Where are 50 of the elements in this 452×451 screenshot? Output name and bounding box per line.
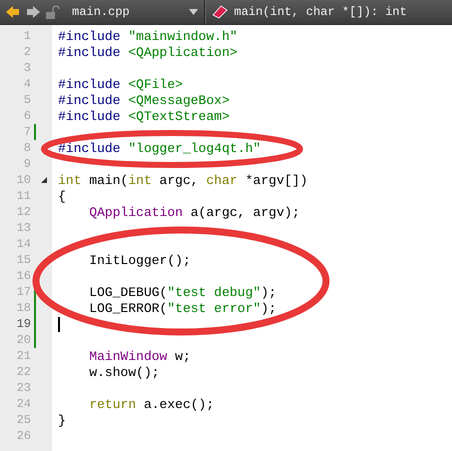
line-number: 26 (16, 429, 31, 443)
code-line: #include <QTextStream> (57, 108, 230, 124)
fold-marker-icon[interactable] (41, 177, 47, 183)
file-dropdown[interactable]: main.cpp (66, 0, 204, 24)
lock-icon (46, 5, 60, 19)
line-number: 3 (22, 61, 31, 75)
code-line: { (57, 188, 66, 204)
line-number: 2 (22, 45, 31, 59)
line-number: 5 (22, 93, 31, 107)
line-number: 12 (16, 205, 31, 219)
code-line: #include <QFile> (57, 76, 183, 92)
code-line: MainWindow w; (88, 348, 191, 364)
line-number: 20 (16, 333, 31, 347)
line-number: 19 (16, 317, 31, 331)
line-number: 9 (22, 157, 31, 171)
symbol-dropdown[interactable]: main(int, char *[]): int (206, 0, 413, 24)
line-number: 13 (16, 221, 31, 235)
code-line: LOG_DEBUG("test debug"); (88, 284, 276, 300)
code-line: } (57, 412, 66, 428)
code-line: #include <QApplication> (57, 44, 238, 60)
line-number: 10 (16, 173, 31, 187)
line-number: 1 (22, 29, 31, 43)
line-number: 11 (16, 189, 31, 203)
code-line: int main(int argc, char *argv[]) (57, 172, 308, 188)
line-number: 25 (16, 413, 31, 427)
code-line: #include "mainwindow.h" (57, 28, 238, 44)
line-number: 6 (22, 109, 31, 123)
code-line: w.show(); (88, 364, 160, 380)
code-line: #include <QMessageBox> (57, 92, 230, 108)
code-line: #include "logger_log4qt.h" (57, 140, 261, 156)
line-number: 22 (16, 365, 31, 379)
symbol-icon (212, 5, 228, 19)
line-number: 4 (22, 77, 31, 91)
dropdown-caret-icon (189, 9, 198, 15)
line-number: 24 (16, 397, 31, 411)
code-line: QApplication a(argc, argv); (88, 204, 300, 220)
code-line: return a.exec(); (88, 396, 214, 412)
line-number: 8 (22, 141, 31, 155)
back-arrow-icon[interactable] (6, 6, 20, 18)
line-number: 23 (16, 381, 31, 395)
line-number: 15 (16, 253, 31, 267)
code-line: LOG_ERROR("test error"); (88, 300, 276, 316)
line-number: 17 (16, 285, 31, 299)
line-number: 18 (16, 301, 31, 315)
line-number: 21 (16, 349, 31, 363)
line-number: 14 (16, 237, 31, 251)
code-line: InitLogger(); (88, 252, 191, 268)
line-number: 7 (22, 125, 31, 139)
line-number: 16 (16, 269, 31, 283)
forward-arrow-icon[interactable] (26, 6, 40, 18)
